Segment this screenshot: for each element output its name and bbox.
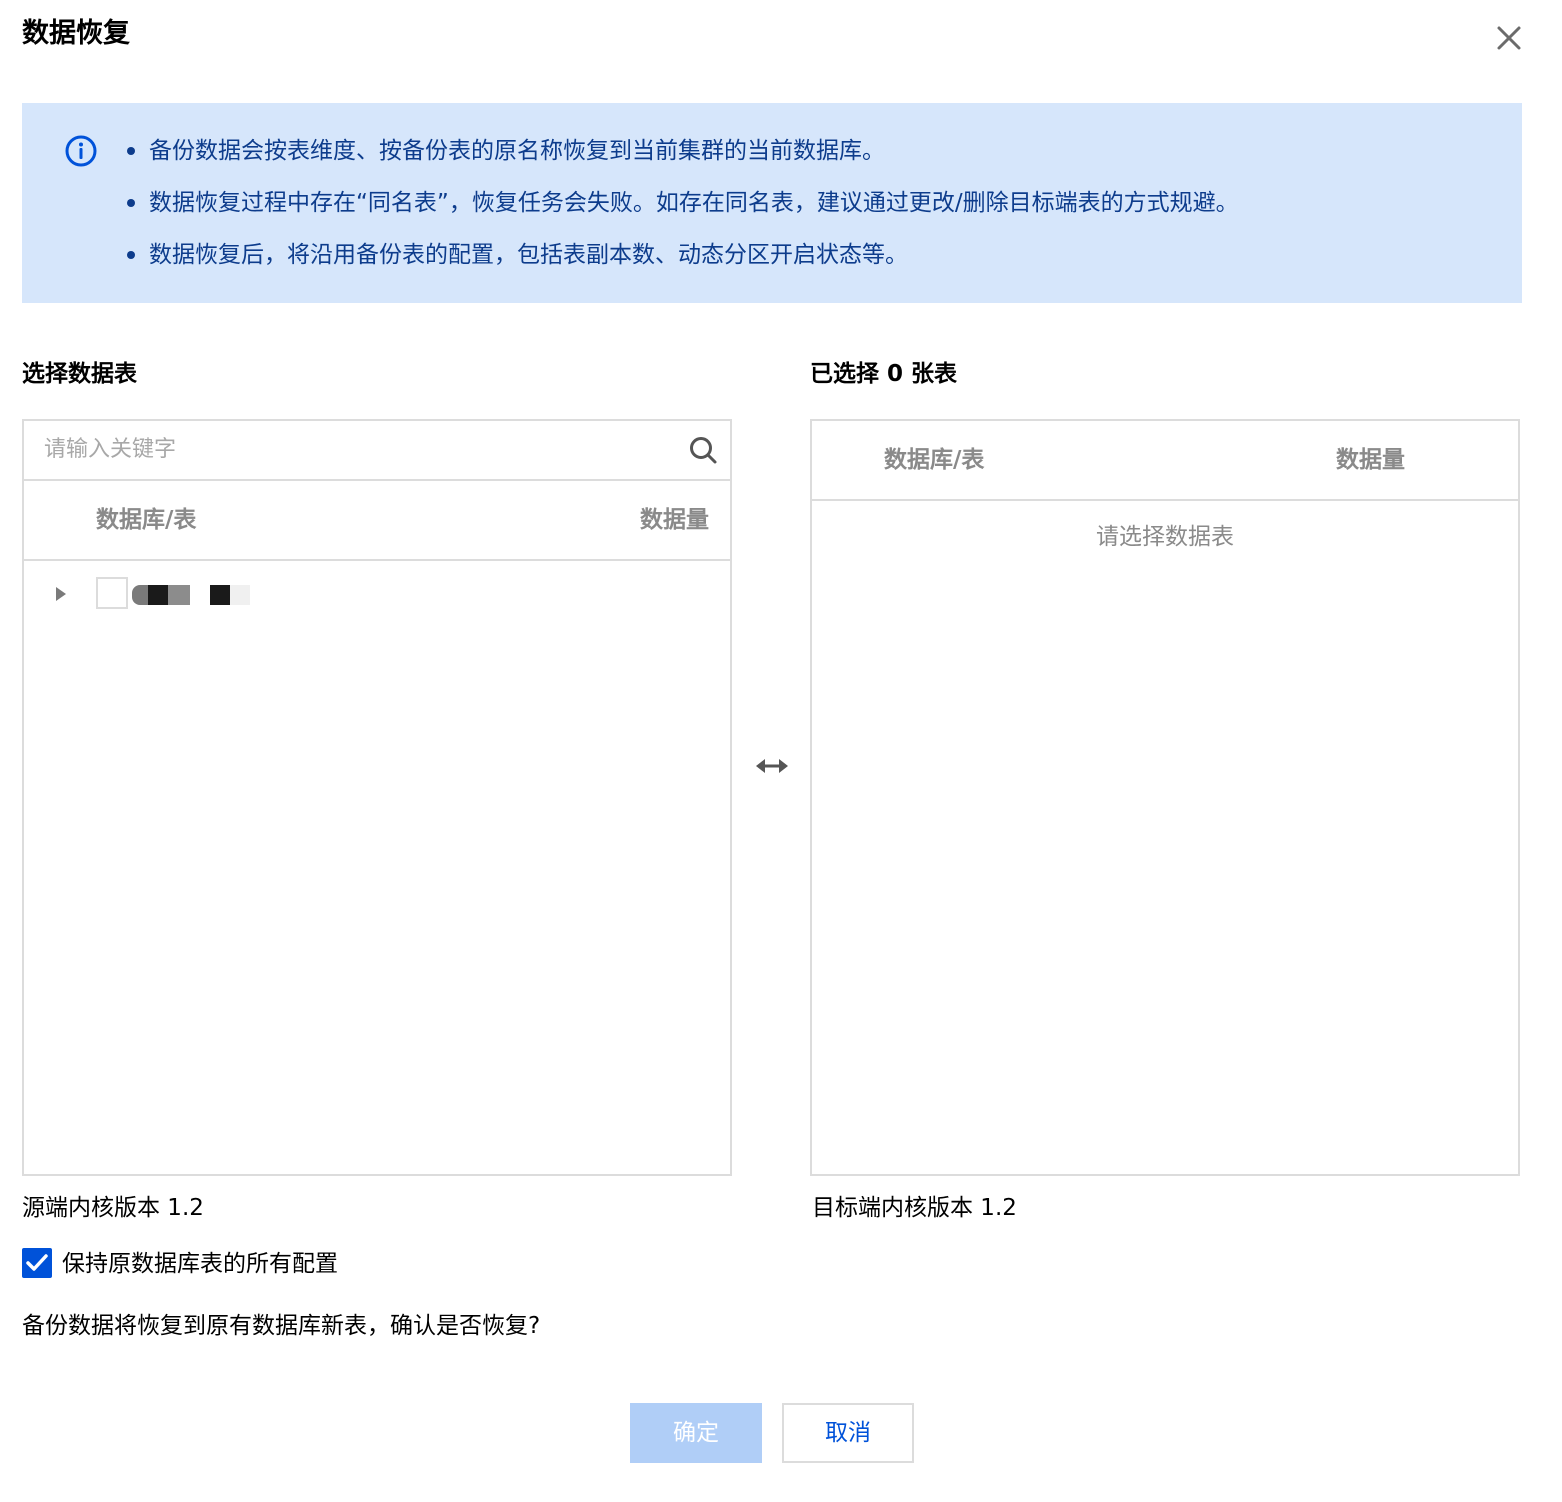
info-item: 数据恢复后，将沿用备份表的配置，包括表副本数、动态分区开启状态等。 bbox=[125, 234, 1239, 286]
source-table-panel: 数据库/表 数据量 bbox=[22, 419, 732, 1176]
target-version-label: 目标端内核版本 1.2 bbox=[812, 1195, 1017, 1221]
right-panel-heading: 已选择 0 张表 bbox=[810, 361, 958, 387]
search-bar bbox=[24, 421, 730, 481]
column-header-size: 数据量 bbox=[1336, 447, 1405, 473]
keep-config-label: 保持原数据库表的所有配置 bbox=[62, 1251, 338, 1277]
info-item: 数据恢复过程中存在“同名表”，恢复任务会失败。如存在同名表，建议通过更改/删除目… bbox=[125, 182, 1239, 234]
info-icon bbox=[65, 135, 97, 167]
transfer-arrows-icon bbox=[756, 759, 788, 773]
info-list: 备份数据会按表维度、按备份表的原名称恢复到当前集群的当前数据库。 数据恢复过程中… bbox=[125, 130, 1239, 286]
table-header: 数据库/表 数据量 bbox=[812, 421, 1518, 501]
search-input[interactable] bbox=[44, 429, 664, 469]
close-button[interactable] bbox=[1493, 22, 1525, 54]
info-item: 备份数据会按表维度、按备份表的原名称恢复到当前集群的当前数据库。 bbox=[125, 130, 1239, 182]
caret-right-icon[interactable] bbox=[56, 587, 66, 601]
cancel-button[interactable]: 取消 bbox=[782, 1403, 914, 1463]
info-banner: 备份数据会按表维度、按备份表的原名称恢复到当前集群的当前数据库。 数据恢复过程中… bbox=[22, 103, 1522, 303]
dialog-title: 数据恢复 bbox=[22, 18, 130, 49]
confirm-button[interactable]: 确定 bbox=[630, 1403, 762, 1463]
column-header-size: 数据量 bbox=[640, 507, 709, 533]
column-header-name: 数据库/表 bbox=[96, 507, 197, 533]
checkbox-checked[interactable] bbox=[22, 1248, 52, 1278]
left-panel-heading: 选择数据表 bbox=[22, 361, 137, 387]
search-icon[interactable] bbox=[688, 435, 718, 465]
column-header-name: 数据库/表 bbox=[884, 447, 985, 473]
source-version-label: 源端内核版本 1.2 bbox=[22, 1195, 204, 1221]
empty-placeholder: 请选择数据表 bbox=[1096, 524, 1234, 550]
close-icon bbox=[1497, 26, 1521, 50]
confirm-message: 备份数据将恢复到原有数据库新表，确认是否恢复? bbox=[22, 1313, 541, 1339]
row-checkbox[interactable] bbox=[96, 577, 128, 609]
selected-table-panel: 数据库/表 数据量 请选择数据表 bbox=[810, 419, 1520, 1176]
tree-row[interactable] bbox=[24, 571, 730, 621]
check-icon bbox=[26, 1254, 48, 1271]
table-header: 数据库/表 数据量 bbox=[24, 481, 730, 561]
